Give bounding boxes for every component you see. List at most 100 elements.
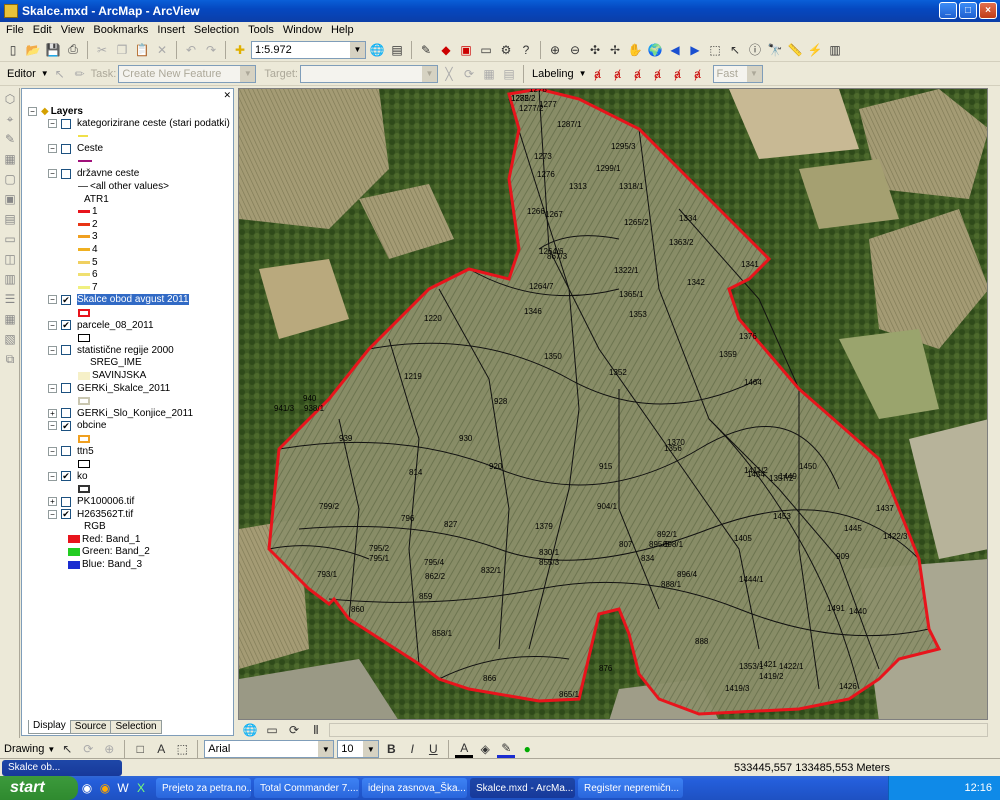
taskbar-item-outlook[interactable]: Prejeto za petra.no...	[156, 778, 251, 798]
layer-checkbox[interactable]: ✔	[61, 509, 71, 520]
marker-color-icon[interactable]: ●	[518, 740, 536, 758]
arrange-icon[interactable]: ▥	[1, 270, 19, 288]
delete-icon[interactable]: ✕	[153, 41, 171, 59]
list-icon[interactable]: ☰	[1, 290, 19, 308]
collapse-icon[interactable]: −	[28, 107, 37, 116]
underline-button[interactable]: U	[424, 740, 442, 758]
undo-icon[interactable]: ↶	[182, 41, 200, 59]
save-icon[interactable]: 💾	[44, 41, 62, 59]
layer-checkbox[interactable]	[61, 168, 71, 179]
layer-checkbox[interactable]	[61, 408, 71, 419]
back-icon[interactable]: ◀	[666, 41, 684, 59]
whats-this-icon[interactable]: ?	[517, 41, 535, 59]
add-data-icon[interactable]: ✚	[231, 41, 249, 59]
table-icon[interactable]: ▦	[1, 310, 19, 328]
layer-checkbox[interactable]: ✔	[61, 320, 71, 331]
rotate-icon[interactable]: ⟳	[79, 740, 97, 758]
split-tool-icon[interactable]: ╳	[440, 65, 458, 83]
map-canvas[interactable]: 127212781277/212771287/11295/31273127612…	[239, 89, 988, 720]
menu-tools[interactable]: Tools	[248, 24, 274, 36]
quicklaunch-word-icon[interactable]: W	[114, 779, 132, 797]
italic-button[interactable]: I	[403, 740, 421, 758]
topology-icon[interactable]: ⬡	[1, 90, 19, 108]
label-manager-icon[interactable]: ⱥ	[589, 65, 607, 83]
expand-icon[interactable]: −	[48, 119, 57, 128]
quicklaunch-explorer-icon[interactable]: ◉	[78, 779, 96, 797]
layer-checkbox[interactable]: ✔	[61, 471, 71, 482]
font-combo[interactable]: Arial ▼	[204, 740, 335, 758]
expand-icon[interactable]: −	[48, 421, 57, 431]
layer-obcine[interactable]: − ✔ obcine	[48, 419, 106, 432]
taskbar-item-idejna-zasnova[interactable]: idejna zasnova_Ška...	[362, 778, 467, 798]
graphics-icon[interactable]: ▣	[1, 190, 19, 208]
tab-source[interactable]: Source	[69, 720, 112, 734]
font-size-combo[interactable]: 10 ▼	[337, 740, 380, 758]
edit-tool-icon[interactable]: ↖	[51, 65, 69, 83]
hyperlink-icon[interactable]: ⚡	[806, 41, 824, 59]
quicklaunch-firefox-icon[interactable]: ◉	[96, 779, 114, 797]
layout-icon[interactable]: ▤	[1, 210, 19, 228]
select-features-icon[interactable]: ⬚	[706, 41, 724, 59]
grid-icon[interactable]: ▦	[1, 150, 19, 168]
pause-icon[interactable]: Ⅱ	[307, 721, 325, 739]
rectangle-icon[interactable]: □	[131, 740, 149, 758]
data-view-icon[interactable]: 🌐	[241, 721, 259, 739]
layer-statisti-ne-regije-2000[interactable]: − statistične regije 2000	[48, 344, 174, 357]
sketch-tool-icon[interactable]: ✏	[71, 65, 89, 83]
layer-ko[interactable]: − ✔ ko	[48, 470, 88, 483]
menu-view[interactable]: View	[61, 24, 85, 36]
menu-help[interactable]: Help	[331, 24, 354, 36]
menu-window[interactable]: Window	[283, 24, 322, 36]
select-elements-icon[interactable]: ↖	[58, 740, 76, 758]
menu-selection[interactable]: Selection	[194, 24, 239, 36]
georef-icon[interactable]: ⌖	[1, 110, 19, 128]
editor-menu[interactable]: Editor	[4, 68, 39, 80]
expand-icon[interactable]: −	[48, 471, 57, 481]
pan-icon[interactable]: ✋	[626, 41, 644, 59]
expand-icon[interactable]: +	[48, 408, 57, 418]
quicklaunch-excel-icon[interactable]: X	[132, 779, 150, 797]
globe-icon[interactable]: 🌐	[368, 41, 386, 59]
maximize-button[interactable]: □	[959, 2, 977, 19]
menu-bookmarks[interactable]: Bookmarks	[93, 24, 148, 36]
layer-h263562t-tif[interactable]: − ✔ H263562T.tif	[48, 508, 133, 521]
catalog-icon[interactable]: ▤	[388, 41, 406, 59]
expand-icon[interactable]: −	[48, 509, 57, 519]
zoom-in-icon[interactable]: ⊕	[546, 41, 564, 59]
select-elements-icon[interactable]: ↖	[726, 41, 744, 59]
report-icon[interactable]: ▧	[1, 330, 19, 348]
open-icon[interactable]: 📂	[24, 41, 42, 59]
expand-icon[interactable]: −	[48, 295, 57, 305]
editor-toolbar-icon[interactable]: ✎	[417, 41, 435, 59]
forward-icon[interactable]: ▶	[686, 41, 704, 59]
minimized-skalce-window[interactable]: Skalce ob...	[2, 759, 122, 776]
layer-kategorizirane-ceste-stari-podatki[interactable]: − kategorizirane ceste (stari podatki)	[48, 117, 230, 130]
expand-icon[interactable]: −	[48, 144, 57, 154]
measure-icon[interactable]: 📏	[786, 41, 804, 59]
expand-icon[interactable]: −	[48, 446, 57, 456]
taskbar-item-total-commander[interactable]: Total Commander 7....	[254, 778, 359, 798]
expand-icon[interactable]: −	[48, 169, 57, 179]
copy-icon[interactable]: ❐	[113, 41, 131, 59]
model-builder-icon[interactable]: ⚙	[497, 41, 515, 59]
layer-gerki-skalce-2011[interactable]: − GERKi_Skalce_2011	[48, 382, 170, 395]
identify-icon[interactable]: ⓘ	[746, 41, 764, 59]
snap-icon[interactable]: ◫	[1, 250, 19, 268]
layer-parcele-08-2011[interactable]: − ✔ parcele_08_2011	[48, 319, 154, 332]
full-extent-icon[interactable]: 🌍	[646, 41, 664, 59]
network-icon[interactable]: ⧉	[1, 350, 19, 368]
fill-color-icon[interactable]: ◈	[476, 740, 494, 758]
layout-view-icon[interactable]: ▭	[263, 721, 281, 739]
menu-edit[interactable]: Edit	[33, 24, 52, 36]
command-line-icon[interactable]: ▭	[477, 41, 495, 59]
attributes-icon[interactable]: ▦	[480, 65, 498, 83]
task-combo[interactable]: Create New Feature ▼	[118, 64, 257, 83]
arctoolbox-icon[interactable]: ◆	[437, 41, 455, 59]
cut-icon[interactable]: ✂	[93, 41, 111, 59]
fixed-zoom-in-icon[interactable]: ✣	[586, 41, 604, 59]
lock-labels-icon[interactable]: ⱥ	[649, 65, 667, 83]
scale-combo[interactable]: 1:5.972 ▼	[251, 40, 366, 59]
layer-checkbox[interactable]	[61, 345, 71, 356]
fixed-zoom-out-icon[interactable]: ✢	[606, 41, 624, 59]
sketch-properties-icon[interactable]: ▤	[500, 65, 518, 83]
